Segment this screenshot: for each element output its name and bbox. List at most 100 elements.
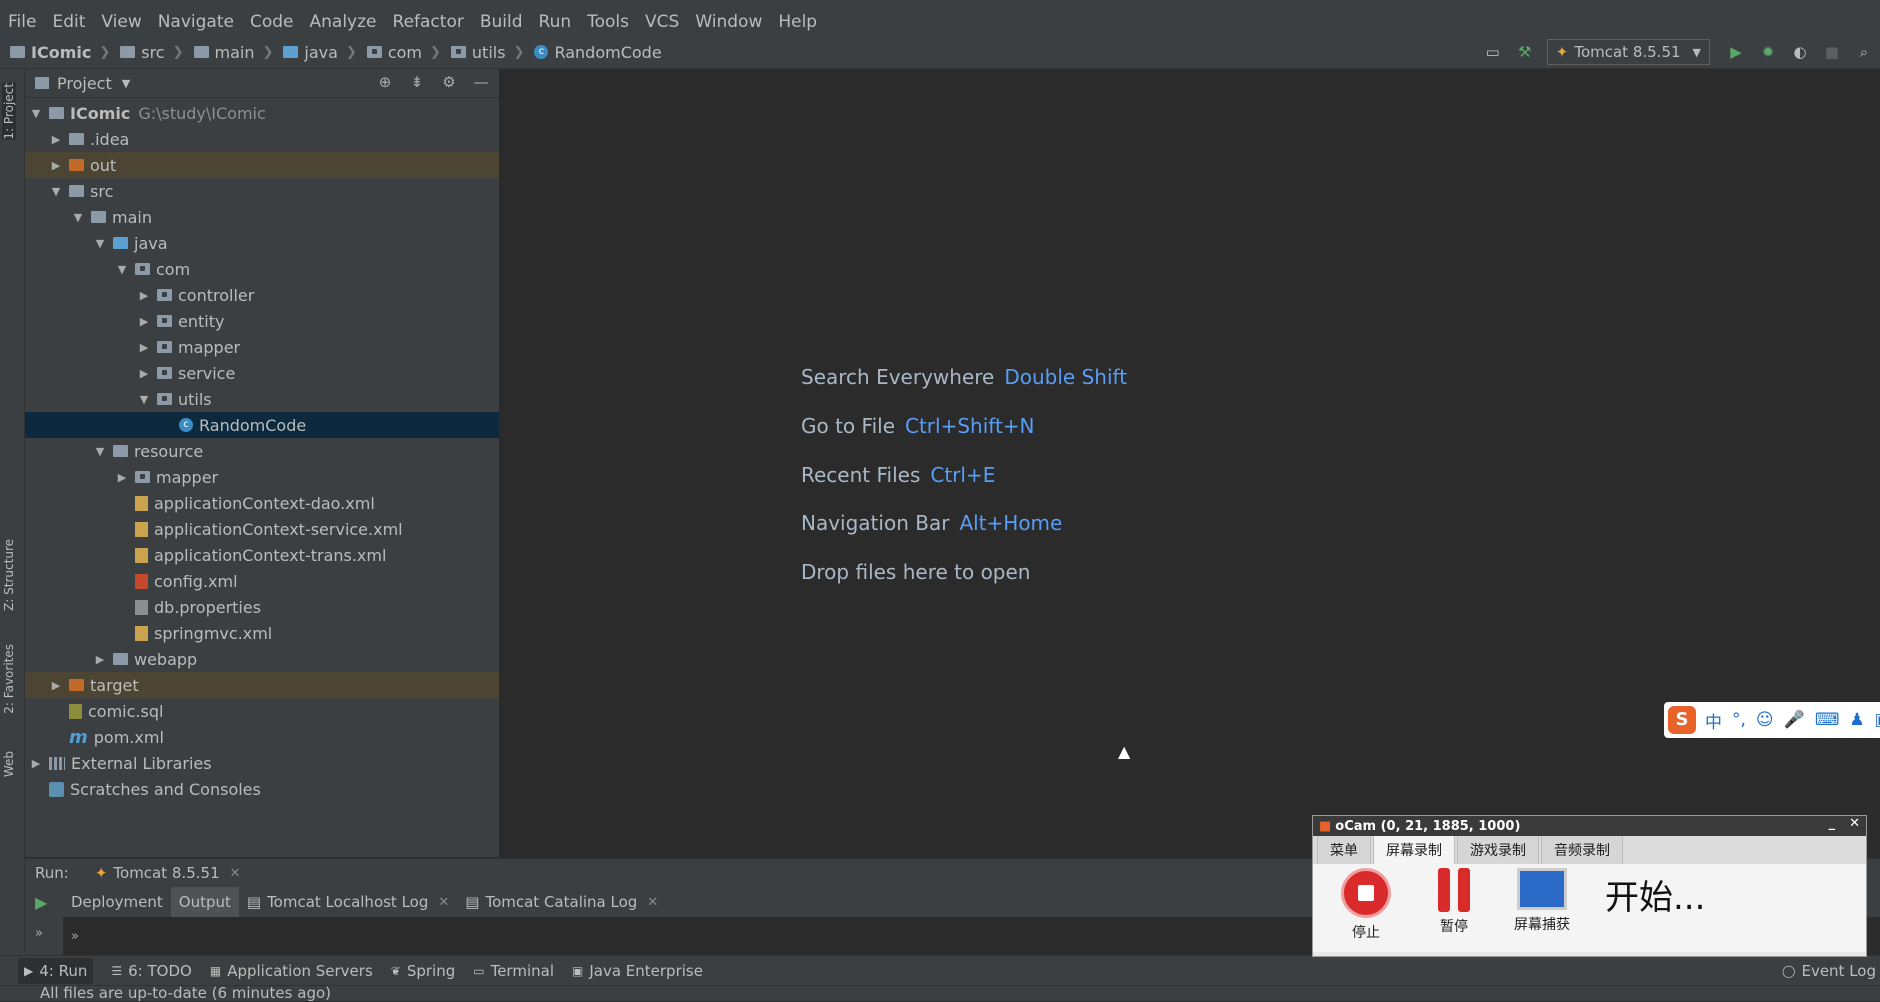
menu-help[interactable]: Help [770,12,825,32]
expanded-arrow-icon[interactable]: ▼ [49,185,63,198]
ocam-capture-button[interactable]: 屏幕捕获 [1507,864,1577,934]
tree-item-config-xml[interactable]: config.xml [25,568,499,594]
tree-item-trans-xml[interactable]: applicationContext-trans.xml [25,542,499,568]
tree-item-webapp[interactable]: ▶ webapp [25,646,499,672]
tree-item-resource[interactable]: ▼ resource [25,438,499,464]
tab-deployment[interactable]: Deployment [63,887,171,917]
ocam-tab-audio-record[interactable]: 音频录制 [1541,835,1623,864]
tree-item-main[interactable]: ▼ main [25,204,499,230]
locate-icon[interactable]: ⊕ [375,73,395,91]
tree-item-pom-xml[interactable]: m pom.xml [25,724,499,750]
tree-item-iconic[interactable]: ▼ IComic G:\study\IComic [25,100,499,126]
menu-code[interactable]: Code [242,12,302,32]
sogou-logo-icon[interactable]: S [1668,706,1696,734]
microphone-icon[interactable]: 🎤 [1784,710,1805,730]
menu-analyze[interactable]: Analyze [302,12,385,32]
tool-java-enterprise[interactable]: ▣ Java Enterprise [572,962,703,980]
tool-event-log[interactable]: ◯ Event Log [1782,962,1876,980]
ocam-tab-menu[interactable]: 菜单 [1317,835,1371,864]
expanded-arrow-icon[interactable]: ▼ [137,393,151,406]
menu-window[interactable]: Window [687,12,770,32]
expanded-arrow-icon[interactable]: ▼ [93,237,107,250]
collapsed-arrow-icon[interactable]: ▶ [93,653,107,666]
project-panel-title[interactable]: Project [57,74,112,93]
minimize-icon[interactable]: — [471,73,491,91]
tree-item-entity[interactable]: ▶ entity [25,308,499,334]
tree-item-external-libraries[interactable]: ▶ External Libraries [25,750,499,776]
expand-icon[interactable]: » [35,926,63,941]
breadcrumb-main[interactable]: main ❯ [193,43,273,62]
expanded-arrow-icon[interactable]: ▼ [29,107,43,120]
tree-item-comic-sql[interactable]: comic.sql [25,698,499,724]
tree-item-dao-xml[interactable]: applicationContext-dao.xml [25,490,499,516]
tree-item-controller[interactable]: ▶ controller [25,282,499,308]
collapsed-arrow-icon[interactable]: ▶ [49,133,63,146]
collapse-all-icon[interactable]: ⇟ [407,73,427,91]
stop-icon[interactable]: ■ [1821,41,1843,63]
tree-item-com[interactable]: ▼ com [25,256,499,282]
ime-language-toggle[interactable]: 中 [1705,708,1722,733]
tool-terminal[interactable]: ▭ Terminal [473,962,554,980]
run-configuration-select[interactable]: ✦ Tomcat 8.5.51 ▼ [1546,39,1710,65]
editor-empty-area[interactable]: Search Everywhere Double Shift Go to File… [500,69,1880,857]
collapsed-arrow-icon[interactable]: ▶ [137,367,151,380]
menu-navigate[interactable]: Navigate [150,12,242,32]
ime-punctuation-toggle[interactable]: °, [1732,710,1746,730]
project-structure-icon[interactable]: ▭ [1482,41,1504,63]
expanded-arrow-icon[interactable]: ▼ [115,263,129,276]
tree-item-service-xml[interactable]: applicationContext-service.xml [25,516,499,542]
tab-web[interactable]: Web [2,751,16,777]
breadcrumb-project[interactable]: IComic ❯ [10,43,110,62]
tree-item-utils[interactable]: ▼ utils [25,386,499,412]
menu-refactor[interactable]: Refactor [385,12,472,32]
breadcrumb-com[interactable]: com ❯ [366,43,441,62]
collapsed-arrow-icon[interactable]: ▶ [137,315,151,328]
breadcrumb-utils[interactable]: utils ❯ [450,43,524,62]
coverage-icon[interactable]: ◐ [1789,41,1811,63]
collapsed-arrow-icon[interactable]: ▶ [49,679,63,692]
ocam-title-bar[interactable]: ■ oCam (0, 21, 1885, 1000) _ ✕ [1313,816,1866,836]
breadcrumb-src[interactable]: src ❯ [120,43,184,62]
gear-icon[interactable]: ⚙ [439,73,459,91]
close-icon[interactable]: ✕ [230,866,241,881]
expand-icon[interactable]: » [71,929,79,944]
tree-item-idea[interactable]: ▶ .idea [25,126,499,152]
chevron-down-icon[interactable]: ▼ [122,77,130,90]
run-tab-tomcat[interactable]: ✦ Tomcat 8.5.51 ✕ [95,864,241,882]
search-icon[interactable]: ⌕ [1853,41,1875,63]
tree-item-mapper[interactable]: ▶ mapper [25,334,499,360]
tree-item-db-properties[interactable]: db.properties [25,594,499,620]
emoji-icon[interactable]: ☺ [1756,710,1774,730]
skin-icon[interactable]: ♟ [1849,710,1864,730]
tree-item-randomcode[interactable]: c RandomCode [25,412,499,438]
menu-build[interactable]: Build [472,12,531,32]
close-icon[interactable]: ✕ [438,895,449,910]
build-hammer-icon[interactable]: ⚒ [1514,41,1536,63]
run-icon[interactable]: ▶ [1725,41,1747,63]
breadcrumb-randomcode[interactable]: c RandomCode [534,43,662,62]
shirt-icon[interactable]: ▣ [1875,710,1880,730]
collapsed-arrow-icon[interactable]: ▶ [115,471,129,484]
tree-item-java[interactable]: ▼ java [25,230,499,256]
expanded-arrow-icon[interactable]: ▼ [71,211,85,224]
tab-project[interactable]: 1: Project [2,83,16,140]
expanded-arrow-icon[interactable]: ▼ [93,445,107,458]
tool-spring[interactable]: ❦ Spring [391,962,455,980]
minimize-icon[interactable]: _ [1829,816,1836,831]
close-icon[interactable]: ✕ [647,895,658,910]
tool-run[interactable]: ▶ 4: Run [18,958,94,984]
tab-localhost-log[interactable]: ▤ Tomcat Localhost Log ✕ [239,887,457,917]
tab-structure[interactable]: Z: Structure [2,539,16,611]
menu-file[interactable]: File [0,12,44,32]
tree-item-target[interactable]: ▶ target [25,672,499,698]
breadcrumb-java[interactable]: java ❯ [283,43,357,62]
menu-run[interactable]: Run [531,12,580,32]
ocam-tab-screen-record[interactable]: 屏幕录制 [1373,835,1455,864]
keyboard-icon[interactable]: ⌨ [1815,710,1840,730]
debug-icon[interactable]: ✹ [1757,41,1779,63]
tree-item-out[interactable]: ▶ out [25,152,499,178]
ocam-pause-button[interactable]: 暂停 [1419,864,1489,936]
tree-item-scratches[interactable]: Scratches and Consoles [25,776,499,802]
tool-todo[interactable]: ☰ 6: TODO [111,962,191,980]
tab-favorites[interactable]: 2: Favorites [2,644,16,714]
